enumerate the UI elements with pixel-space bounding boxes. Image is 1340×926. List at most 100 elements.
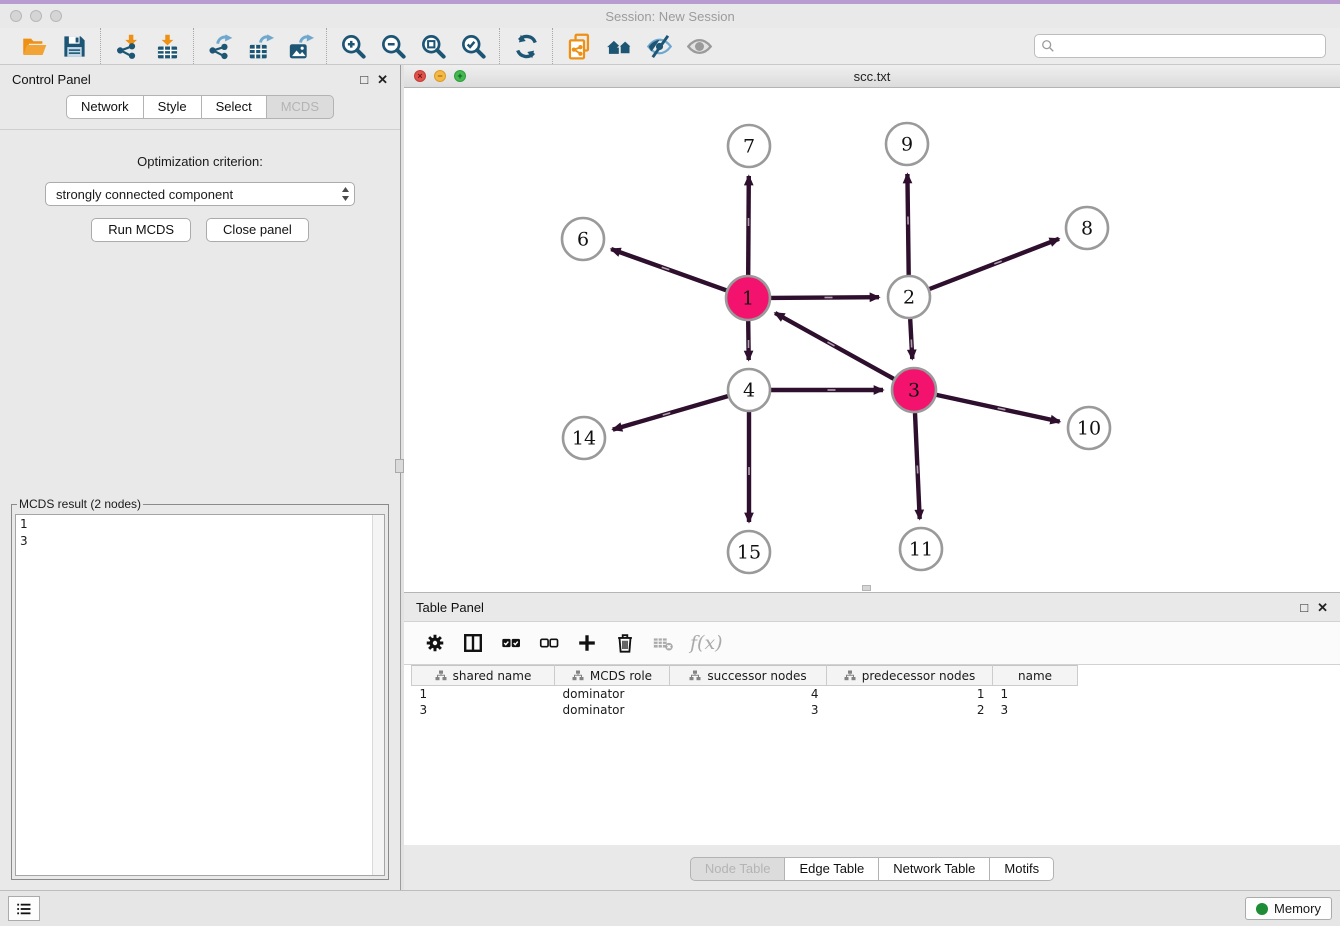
export-table-icon (247, 33, 274, 60)
float-panel-icon[interactable]: □ (360, 73, 368, 86)
table-panel-header: Table Panel □ ✕ (404, 593, 1340, 621)
table-tabs: Node Table Edge Table Network Table Moti… (690, 857, 1054, 881)
tab-network-table[interactable]: Network Table (879, 857, 990, 881)
table-panel-title: Table Panel (416, 600, 484, 615)
show-column-button[interactable] (454, 626, 492, 660)
search-input[interactable] (1059, 39, 1319, 53)
delete-table-button[interactable] (644, 626, 682, 660)
graph-node-label: 1 (742, 288, 754, 310)
result-scrollbar[interactable] (372, 515, 384, 875)
unselect-all-columns-button[interactable] (530, 626, 568, 660)
select-all-columns-button[interactable] (492, 626, 530, 660)
show-graphics-details-button[interactable] (679, 30, 719, 62)
close-table-panel-icon[interactable]: ✕ (1317, 601, 1328, 614)
tab-mcds[interactable]: MCDS (267, 95, 334, 119)
close-panel-button[interactable]: Close panel (206, 218, 309, 242)
close-panel-icon[interactable]: ✕ (377, 73, 388, 86)
canvas-scroll-handle[interactable] (862, 585, 871, 591)
graph-edge (930, 239, 1060, 289)
memory-status-icon (1256, 903, 1268, 915)
graph-node-label: 6 (577, 229, 589, 251)
mcds-result-box[interactable]: 13 (15, 514, 385, 876)
show-hide-graphics-button[interactable] (639, 30, 679, 62)
dropdown-value: strongly connected component (56, 187, 233, 202)
search-box[interactable] (1034, 34, 1326, 58)
hierarchy-icon (572, 670, 584, 681)
table-row[interactable]: 3 dominator 3 2 3 (412, 702, 1078, 718)
tab-style[interactable]: Style (144, 95, 202, 119)
function-builder-button[interactable]: f(x) (690, 632, 723, 654)
table-row[interactable]: 1 dominator 4 1 1 (412, 686, 1078, 702)
close-network-button[interactable]: × (414, 70, 426, 82)
table-panel: Table Panel □ ✕ (404, 593, 1340, 890)
graph-node-label: 7 (743, 136, 755, 158)
column-header-shared-name[interactable]: shared name (412, 666, 555, 686)
column-header-predecessor-nodes[interactable]: predecessor nodes (827, 666, 993, 686)
tab-motifs[interactable]: Motifs (990, 857, 1054, 881)
divider-handle[interactable] (395, 459, 404, 473)
trash-icon (614, 632, 636, 654)
gear-icon (424, 632, 446, 654)
network-canvas[interactable]: 7968124314101511 (404, 88, 1340, 592)
network-graph[interactable]: 7968124314101511 (404, 88, 1335, 592)
column-header-successor-nodes[interactable]: successor nodes (670, 666, 827, 686)
create-column-button[interactable] (568, 626, 606, 660)
stepper-arrows-icon (341, 186, 350, 202)
graph-node-label: 9 (901, 134, 913, 156)
graph-node-label: 2 (903, 287, 915, 309)
graph-node-label: 4 (743, 380, 755, 402)
optimization-criterion-select[interactable]: strongly connected component (45, 182, 355, 206)
unchecked-boxes-icon (538, 632, 560, 654)
session-title: Session: New Session (0, 9, 1340, 24)
minimize-network-button[interactable]: − (434, 70, 446, 82)
save-session-button[interactable] (54, 30, 94, 62)
graph-node-label: 3 (908, 380, 920, 402)
control-panel-header: Control Panel □ ✕ (0, 65, 400, 93)
duplicate-network-button[interactable] (559, 30, 599, 62)
column-header-mcds-role[interactable]: MCDS role (555, 666, 670, 686)
export-image-button[interactable] (280, 30, 320, 62)
status-bar: Memory (0, 890, 1340, 926)
graph-node-label: 11 (909, 539, 933, 561)
task-history-button[interactable] (8, 896, 40, 921)
table-settings-button[interactable] (416, 626, 454, 660)
hierarchy-icon (689, 670, 701, 681)
main-titlebar: Session: New Session (0, 4, 1340, 28)
hierarchy-icon (844, 670, 856, 681)
open-folder-icon (21, 33, 48, 60)
export-table-button[interactable] (240, 30, 280, 62)
duplicate-network-icon (566, 33, 593, 60)
delete-column-button[interactable] (606, 626, 644, 660)
zoom-out-button[interactable] (373, 30, 413, 62)
tab-edge-table[interactable]: Edge Table (785, 857, 879, 881)
memory-label: Memory (1274, 901, 1321, 916)
mcds-result-text: 13 (16, 515, 372, 875)
network-window-titlebar[interactable]: × − + scc.txt (404, 65, 1340, 88)
first-neighbors-button[interactable] (599, 30, 639, 62)
open-session-button[interactable] (14, 30, 54, 62)
zoom-fit-icon (420, 33, 447, 60)
import-network-icon (114, 33, 141, 60)
list-icon (15, 900, 33, 918)
column-header-name[interactable]: name (993, 666, 1078, 686)
import-table-button[interactable] (147, 30, 187, 62)
refresh-icon (513, 33, 540, 60)
graph-node-label: 14 (572, 428, 596, 450)
float-table-panel-icon[interactable]: □ (1300, 601, 1308, 614)
refresh-layout-button[interactable] (506, 30, 546, 62)
maximize-network-button[interactable]: + (454, 70, 466, 82)
zoom-out-icon (380, 33, 407, 60)
import-network-button[interactable] (107, 30, 147, 62)
optimization-criterion-label: Optimization criterion: (137, 154, 263, 169)
zoom-fit-button[interactable] (413, 30, 453, 62)
graph-node-label: 15 (737, 542, 761, 564)
zoom-selected-button[interactable] (453, 30, 493, 62)
run-mcds-button[interactable]: Run MCDS (91, 218, 191, 242)
import-table-icon (154, 33, 181, 60)
memory-button[interactable]: Memory (1245, 897, 1332, 920)
tab-network[interactable]: Network (66, 95, 144, 119)
tab-node-table[interactable]: Node Table (690, 857, 786, 881)
export-network-button[interactable] (200, 30, 240, 62)
tab-select[interactable]: Select (202, 95, 267, 119)
zoom-in-button[interactable] (333, 30, 373, 62)
